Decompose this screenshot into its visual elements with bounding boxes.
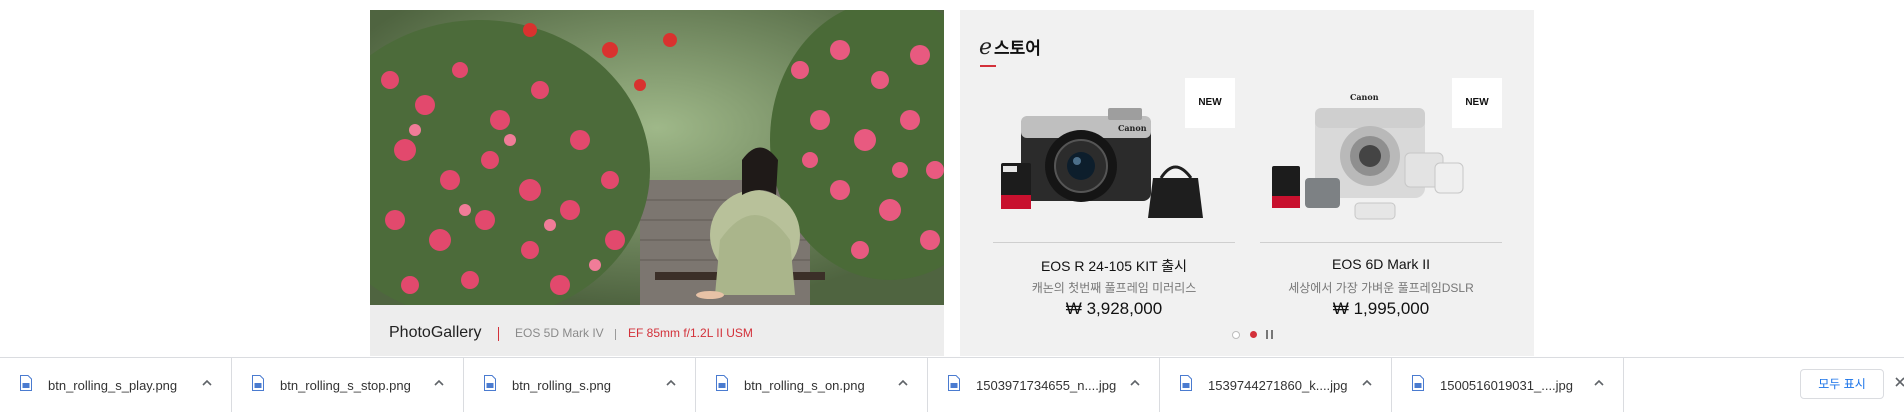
estore-title-underline [980,65,996,67]
download-item[interactable]: btn_rolling_s_stop.png [232,358,464,412]
estore-heading[interactable]: e 스토어 [979,34,1041,60]
image-file-icon [484,375,496,391]
photo-gallery-panel: PhotoGallery EOS 5D Mark IV EF 85mm f/1.… [370,10,944,356]
download-item[interactable]: 1539744271860_k....jpg [1160,358,1392,412]
image-file-icon [252,375,264,391]
gallery-title[interactable]: PhotoGallery [389,324,482,342]
download-filename: 1500516019031_....jpg [1440,378,1574,393]
chevron-up-icon[interactable] [1592,376,1606,390]
carousel-dot-active[interactable] [1250,331,1257,338]
caption-divider-small [615,329,616,340]
product-price: ₩ 1,995,000 [1332,299,1430,318]
pause-icon[interactable] [1266,330,1274,340]
download-item[interactable]: btn_rolling_s_play.png [0,358,232,412]
show-all-button[interactable]: 모두 표시 [1800,369,1884,399]
download-filename: btn_rolling_s_play.png [48,378,178,393]
download-filename: 1503971734655_n....jpg [976,378,1117,393]
estore-logo-letter: e [979,35,993,60]
image-file-icon [716,375,728,391]
chevron-up-icon[interactable] [432,376,446,390]
close-icon[interactable] [1893,375,1904,389]
product-description: 세상에서 가장 가벼운 풀프레임DSLR [1288,281,1474,295]
image-file-icon [1180,375,1192,391]
gallery-camera-body: EOS 5D Mark IV [515,326,604,340]
chevron-up-icon[interactable] [1128,376,1142,390]
image-file-icon [1412,375,1424,391]
chevron-up-icon[interactable] [1360,376,1374,390]
product-name[interactable]: EOS R 24-105 KIT 출시 [993,256,1235,276]
gallery-caption-bar: PhotoGallery EOS 5D Mark IV EF 85mm f/1.… [370,305,944,356]
gallery-photo-illustration [370,10,944,305]
product-name[interactable]: EOS 6D Mark II [1260,256,1502,272]
download-filename: btn_rolling_s.png [512,378,612,393]
estore-panel: e 스토어 Canon NEW EOS R 24-105 KIT 출시 캐논의 … [960,10,1534,356]
product-card[interactable]: Canon NEW EOS R 24-105 KIT 출시 캐논의 첫번째 풀프… [993,68,1235,328]
gallery-photo[interactable] [370,10,944,305]
svg-text:Canon: Canon [1350,92,1379,102]
product-divider [1260,242,1502,243]
download-item[interactable]: 1500516019031_....jpg [1392,358,1624,412]
download-filename: 1539744271860_k....jpg [1208,378,1348,393]
download-filename: btn_rolling_s_stop.png [280,378,411,393]
caption-divider [498,327,499,341]
product-description: 캐논의 첫번째 풀프레임 미러리스 [1031,281,1197,295]
download-item[interactable]: 1503971734655_n....jpg [928,358,1160,412]
new-badge: NEW [1185,78,1235,128]
chevron-up-icon[interactable] [896,376,910,390]
new-badge: NEW [1452,78,1502,128]
carousel-dot[interactable] [1232,331,1240,339]
download-item[interactable]: btn_rolling_s_on.png [696,358,928,412]
download-item[interactable]: btn_rolling_s.png [464,358,696,412]
product-price: ₩ 3,928,000 [1065,299,1163,318]
svg-text:Canon: Canon [1118,123,1147,133]
estore-title: 스토어 [994,39,1041,58]
product-divider [993,242,1235,243]
image-file-icon [20,375,32,391]
chevron-up-icon[interactable] [200,376,214,390]
product-card[interactable]: Canon NEW EOS 6D Mark II 세상에서 가장 가벼운 풀프레… [1260,68,1502,328]
download-filename: btn_rolling_s_on.png [744,378,865,393]
chevron-up-icon[interactable] [664,376,678,390]
gallery-lens: EF 85mm f/1.2L II USM [628,326,753,340]
image-file-icon [948,375,960,391]
download-bar: btn_rolling_s_play.png btn_rolling_s_sto… [0,357,1904,412]
